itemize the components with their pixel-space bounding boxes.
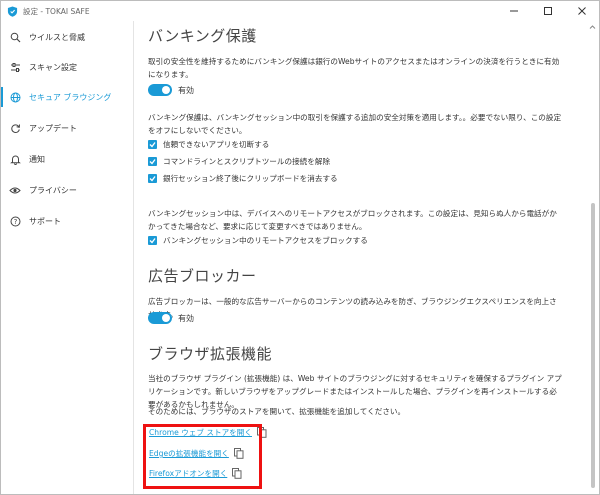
sidebar-item-secure-browsing[interactable]: セキュア ブラウジング	[1, 85, 133, 109]
sidebar-item-label: アップデート	[29, 123, 77, 133]
checkbox[interactable]	[148, 157, 157, 166]
svg-text:?: ?	[13, 218, 17, 226]
adblock-toggle[interactable]	[148, 312, 172, 324]
sidebar-item-update[interactable]: アップデート	[1, 116, 133, 140]
banking-description: 取引の安全性を維持するためにバンキング保護は銀行のWebサイトのアクセスまたはオ…	[148, 57, 560, 79]
close-button[interactable]	[565, 1, 599, 21]
minimize-icon	[510, 10, 518, 12]
option-block-remote-access: バンキングセッション中のリモートアクセスをブロックする	[148, 234, 368, 247]
checkmark-icon	[149, 142, 156, 148]
sidebar-item-virus-threats[interactable]: ウイルスと脅威	[1, 25, 133, 49]
sidebar-item-support[interactable]: ? サポート	[1, 209, 133, 233]
banking-toggle-row: 有効	[148, 84, 194, 96]
title-bar: 設定 - TOKAI SAFE	[1, 1, 599, 21]
help-icon: ?	[9, 215, 21, 227]
scroll-up-arrow-icon[interactable]	[588, 23, 597, 31]
links-highlight-box	[143, 424, 262, 489]
option-clear-clipboard: 銀行セッション終了後にクリップボードを消去する	[148, 172, 338, 185]
sidebar-item-label: ウイルスと脅威	[29, 32, 85, 42]
sidebar-item-label: プライバシー	[29, 185, 77, 195]
maximize-icon	[544, 7, 552, 15]
sidebar-item-label: セキュア ブラウジング	[29, 92, 112, 102]
adblock-toggle-label: 有効	[178, 313, 194, 323]
close-icon	[578, 7, 586, 15]
checkbox[interactable]	[148, 140, 157, 149]
checkbox-label: コマンドラインとスクリプトツールの接続を解除	[163, 157, 331, 166]
shield-logo-icon	[7, 5, 18, 17]
scan-icon	[9, 31, 21, 43]
checkbox-label: 信頼できないアプリを切断する	[163, 140, 270, 149]
adblock-description: 広告ブロッカーは、一般的な広告サーバーからのコンテンツの読み込みを防ぎ、ブラウジ…	[148, 297, 557, 319]
checkmark-icon	[149, 159, 156, 165]
banking-toggle[interactable]	[148, 84, 172, 96]
sidebar-item-label: サポート	[29, 216, 61, 226]
remote-access-description: バンキングセッション中は、デバイスへのリモートアクセスがブロックされます。この設…	[148, 209, 557, 231]
refresh-icon	[9, 122, 21, 134]
scrollbar-thumb[interactable]	[591, 203, 595, 488]
checkbox[interactable]	[148, 174, 157, 183]
eye-icon	[9, 184, 21, 196]
globe-icon	[9, 91, 21, 103]
sidebar: ウイルスと脅威 スキャン設定 セキュア ブラウジング アップデート 通知 プライ…	[1, 21, 134, 494]
sidebar-item-label: 通知	[29, 154, 45, 164]
window-controls	[497, 1, 599, 21]
banking-toggle-label: 有効	[178, 85, 194, 95]
checkbox-label: バンキングセッション中のリモートアクセスをブロックする	[163, 236, 368, 245]
option-disconnect-cli-tools: コマンドラインとスクリプトツールの接続を解除	[148, 155, 330, 168]
option-disconnect-untrusted-apps: 信頼できないアプリを切断する	[148, 138, 269, 151]
sidebar-item-notifications[interactable]: 通知	[1, 147, 133, 171]
window-title: 設定 - TOKAI SAFE	[23, 6, 90, 16]
banking-heading: バンキング保護	[148, 27, 257, 45]
extensions-heading: ブラウザ拡張機能	[148, 345, 273, 363]
checkbox-label: 銀行セッション終了後にクリップボードを消去する	[163, 174, 338, 183]
banking-session-description: バンキング保護は、バンキングセッション中の取引を保護する追加の安全対策を適用しま…	[148, 113, 562, 135]
checkmark-icon	[149, 238, 156, 244]
minimize-button[interactable]	[497, 1, 531, 21]
checkmark-icon	[149, 176, 156, 182]
sliders-icon	[9, 61, 21, 73]
settings-window: 設定 - TOKAI SAFE ウイルスと脅威 スキャン設定 セキュア ブラウジ…	[0, 0, 600, 495]
sidebar-item-scan-settings[interactable]: スキャン設定	[1, 55, 133, 79]
maximize-button[interactable]	[531, 1, 565, 21]
sidebar-item-privacy[interactable]: プライバシー	[1, 178, 133, 202]
content-scrollbar[interactable]	[588, 23, 597, 493]
adblock-toggle-row: 有効	[148, 312, 194, 324]
sidebar-item-label: スキャン設定	[29, 62, 77, 72]
bell-icon	[9, 153, 21, 165]
adblock-heading: 広告ブロッカー	[148, 267, 257, 285]
checkbox[interactable]	[148, 236, 157, 245]
extensions-instruction: そのためには、ブラウザのストアを開いて、拡張機能を追加してください。	[148, 407, 406, 416]
